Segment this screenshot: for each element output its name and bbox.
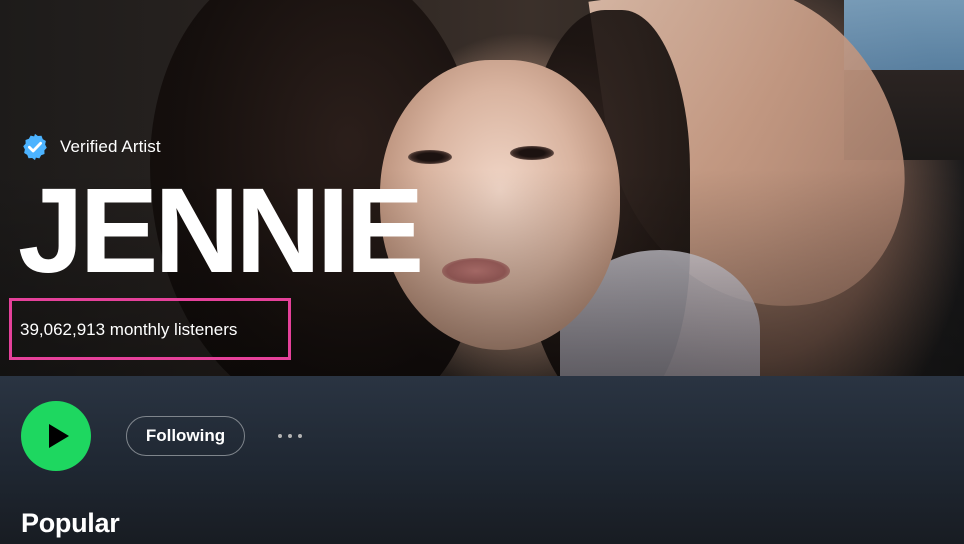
more-options-icon xyxy=(288,434,292,438)
artist-content-area: Following Popular xyxy=(0,376,964,544)
play-icon xyxy=(48,424,69,448)
listeners-highlight-box xyxy=(9,298,291,360)
verified-check-icon xyxy=(23,133,47,161)
artist-hero-banner: Verified Artist JENNIE 39,062,913 monthl… xyxy=(0,0,964,376)
more-options-icon xyxy=(298,434,302,438)
following-button[interactable]: Following xyxy=(126,416,245,456)
more-options-button[interactable] xyxy=(270,424,310,448)
more-options-icon xyxy=(278,434,282,438)
verified-artist-badge: Verified Artist xyxy=(20,132,161,162)
verified-artist-label: Verified Artist xyxy=(60,137,161,156)
artist-name-title: JENNIE xyxy=(18,163,424,299)
artist-page: Verified Artist JENNIE 39,062,913 monthl… xyxy=(0,0,964,544)
popular-section-title: Popular xyxy=(21,508,120,538)
play-button[interactable] xyxy=(21,401,91,471)
